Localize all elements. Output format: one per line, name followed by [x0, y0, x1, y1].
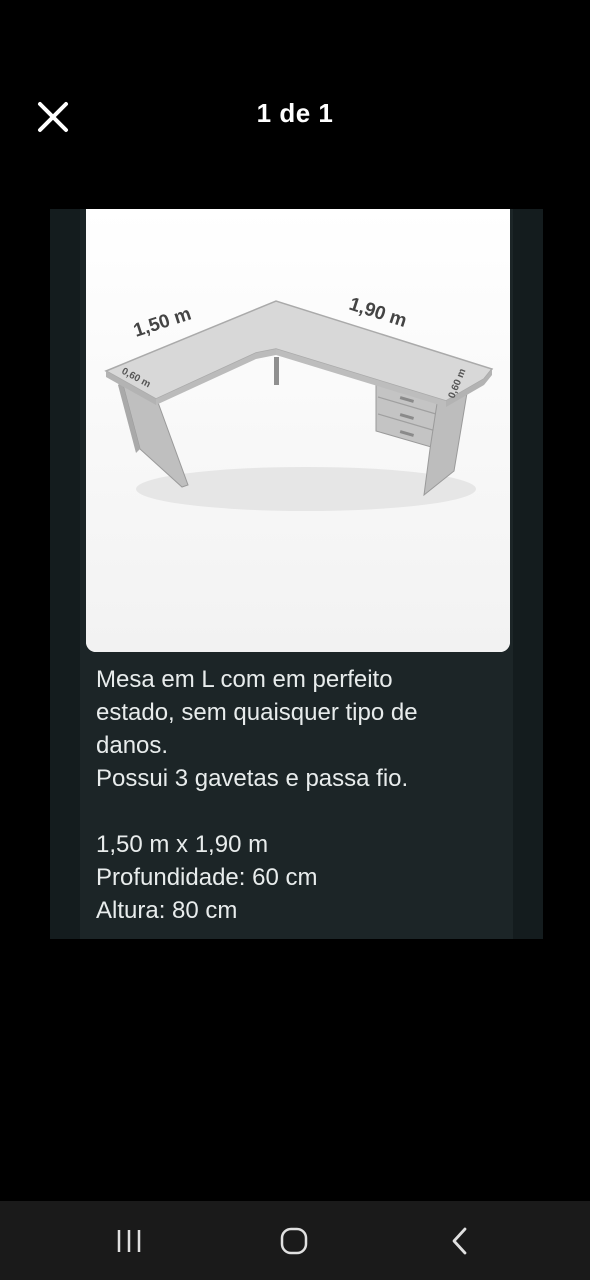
caption-line: Altura: 80 cm — [96, 897, 238, 924]
caption-line: danos. — [96, 732, 169, 759]
back-icon — [452, 1227, 467, 1255]
home-button[interactable] — [264, 1221, 324, 1261]
viewer-edge-right — [513, 209, 543, 939]
image-content[interactable]: 1,50 m 1,90 m 0,60 m 0,60 m Mesa em L co… — [50, 209, 543, 939]
caption-line: Profundidade: 60 cm — [96, 864, 318, 891]
caption-line: estado, sem quaisquer tipo de — [96, 699, 418, 726]
caption-line: Possui 3 gavetas e passa fio. — [96, 765, 409, 792]
listing-description: Mesa em L com em perfeito estado, sem qu… — [96, 663, 516, 927]
recent-apps-icon — [117, 1230, 141, 1252]
l-shaped-desk-illustration: 1,50 m 1,90 m 0,60 m 0,60 m — [86, 209, 510, 652]
home-icon — [280, 1227, 308, 1255]
viewer-edge-left — [50, 209, 80, 939]
caption-line: Mesa em L com em perfeito — [96, 666, 393, 693]
image-counter: 1 de 1 — [256, 98, 334, 128]
recent-apps-button[interactable] — [99, 1221, 159, 1261]
image-viewer-screen: 1 de 1 1,50 m 1,90 m 0,60 m 0,60 m Mesa … — [0, 0, 590, 1280]
caption-line: 1,50 m x 1,90 m — [96, 831, 269, 858]
top-bar: 1 de 1 — [0, 80, 590, 152]
desk-photo: 1,50 m 1,90 m 0,60 m 0,60 m — [86, 209, 510, 652]
back-button[interactable] — [430, 1221, 490, 1261]
system-navigation-bar — [0, 1201, 590, 1280]
